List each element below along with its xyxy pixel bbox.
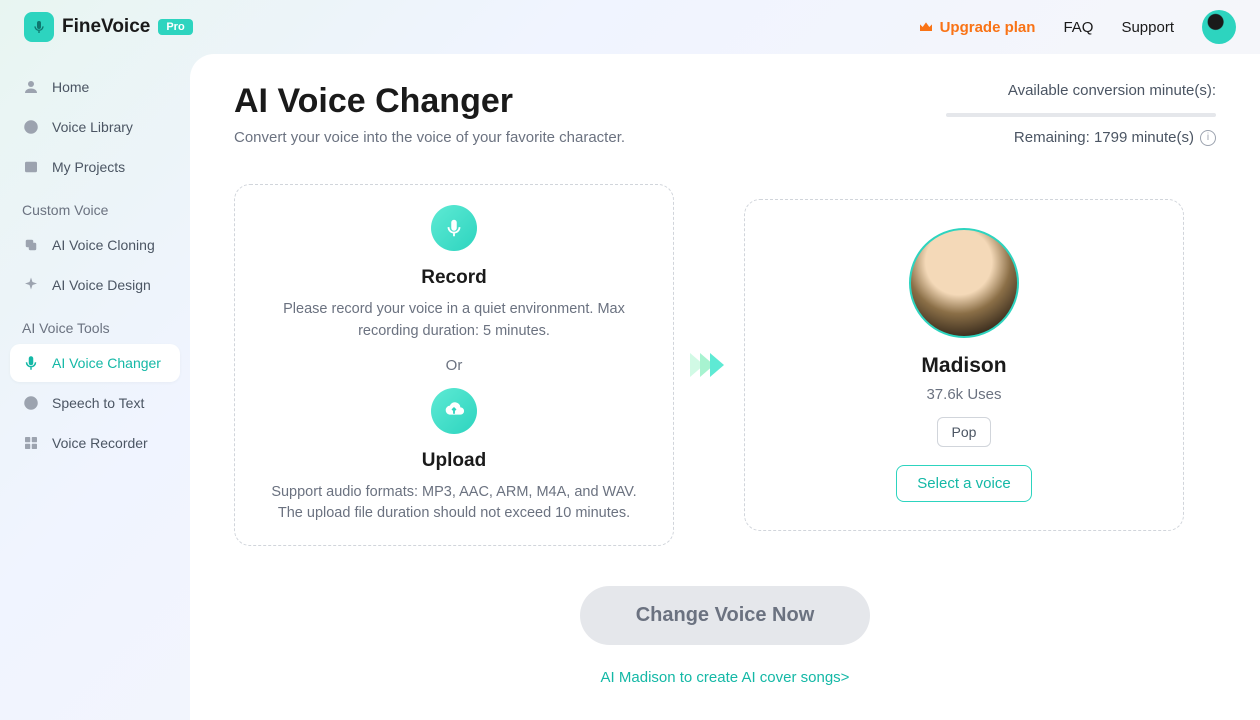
select-voice-button[interactable]: Select a voice <box>896 465 1031 502</box>
record-option[interactable]: Record Please record your voice in a qui… <box>263 205 645 343</box>
cloning-icon <box>22 236 40 254</box>
info-icon[interactable]: i <box>1200 130 1216 146</box>
arrow-icon <box>694 353 724 377</box>
change-voice-button[interactable]: Change Voice Now <box>580 586 871 645</box>
page-subtitle: Convert your voice into the voice of you… <box>234 129 625 146</box>
remaining-minutes: Remaining: 1799 minute(s) <box>1014 129 1194 146</box>
library-icon <box>22 118 40 136</box>
upload-option[interactable]: Upload Support audio formats: MP3, AAC, … <box>263 388 645 526</box>
support-link[interactable]: Support <box>1121 19 1174 36</box>
voice-card: Madison 37.6k Uses Pop Select a voice <box>744 199 1184 531</box>
cover-songs-link[interactable]: AI Madison to create AI cover songs> <box>234 669 1216 686</box>
user-avatar[interactable] <box>1202 10 1236 44</box>
or-divider: Or <box>263 357 645 374</box>
projects-icon <box>22 158 40 176</box>
voice-avatar <box>909 228 1019 338</box>
sidebar-item-voice-design[interactable]: AI Voice Design <box>10 266 180 304</box>
sidebar-item-home[interactable]: Home <box>10 68 180 106</box>
design-icon <box>22 276 40 294</box>
brand-name: FineVoice <box>62 16 150 38</box>
upload-title: Upload <box>263 450 645 472</box>
record-desc: Please record your voice in a quiet envi… <box>263 299 645 343</box>
sidebar-item-voice-library[interactable]: Voice Library <box>10 108 180 146</box>
home-icon <box>22 78 40 96</box>
voice-name: Madison <box>773 354 1155 378</box>
sidebar-item-speech-to-text[interactable]: Speech to Text <box>10 384 180 422</box>
sidebar-section-tools: AI Voice Tools <box>10 306 180 344</box>
available-minutes-label: Available conversion minute(s): <box>946 82 1216 99</box>
pro-badge: Pro <box>158 19 192 35</box>
sidebar-item-voice-changer[interactable]: AI Voice Changer <box>10 344 180 382</box>
logo[interactable]: FineVoice Pro <box>24 12 193 42</box>
sidebar-item-my-projects[interactable]: My Projects <box>10 148 180 186</box>
sidebar-section-custom: Custom Voice <box>10 188 180 226</box>
input-card: Record Please record your voice in a qui… <box>234 184 674 546</box>
page-title: AI Voice Changer <box>234 82 625 121</box>
faq-link[interactable]: FAQ <box>1063 19 1093 36</box>
upload-desc: Support audio formats: MP3, AAC, ARM, M4… <box>263 482 645 526</box>
sidebar-item-voice-recorder[interactable]: Voice Recorder <box>10 424 180 462</box>
record-icon <box>431 205 477 251</box>
mic-icon <box>22 354 40 372</box>
upload-icon <box>431 388 477 434</box>
recorder-icon <box>22 434 40 452</box>
sidebar-item-voice-cloning[interactable]: AI Voice Cloning <box>10 226 180 264</box>
voice-tag: Pop <box>937 417 992 447</box>
upgrade-plan-link[interactable]: Upgrade plan <box>918 19 1036 36</box>
logo-icon <box>24 12 54 42</box>
minutes-progress-bar <box>946 113 1216 117</box>
crown-icon <box>918 19 934 35</box>
voice-uses: 37.6k Uses <box>773 386 1155 403</box>
record-title: Record <box>263 267 645 289</box>
sidebar: Home Voice Library My Projects Custom Vo… <box>0 54 190 720</box>
speech-icon <box>22 394 40 412</box>
main-content: AI Voice Changer Convert your voice into… <box>190 54 1260 720</box>
